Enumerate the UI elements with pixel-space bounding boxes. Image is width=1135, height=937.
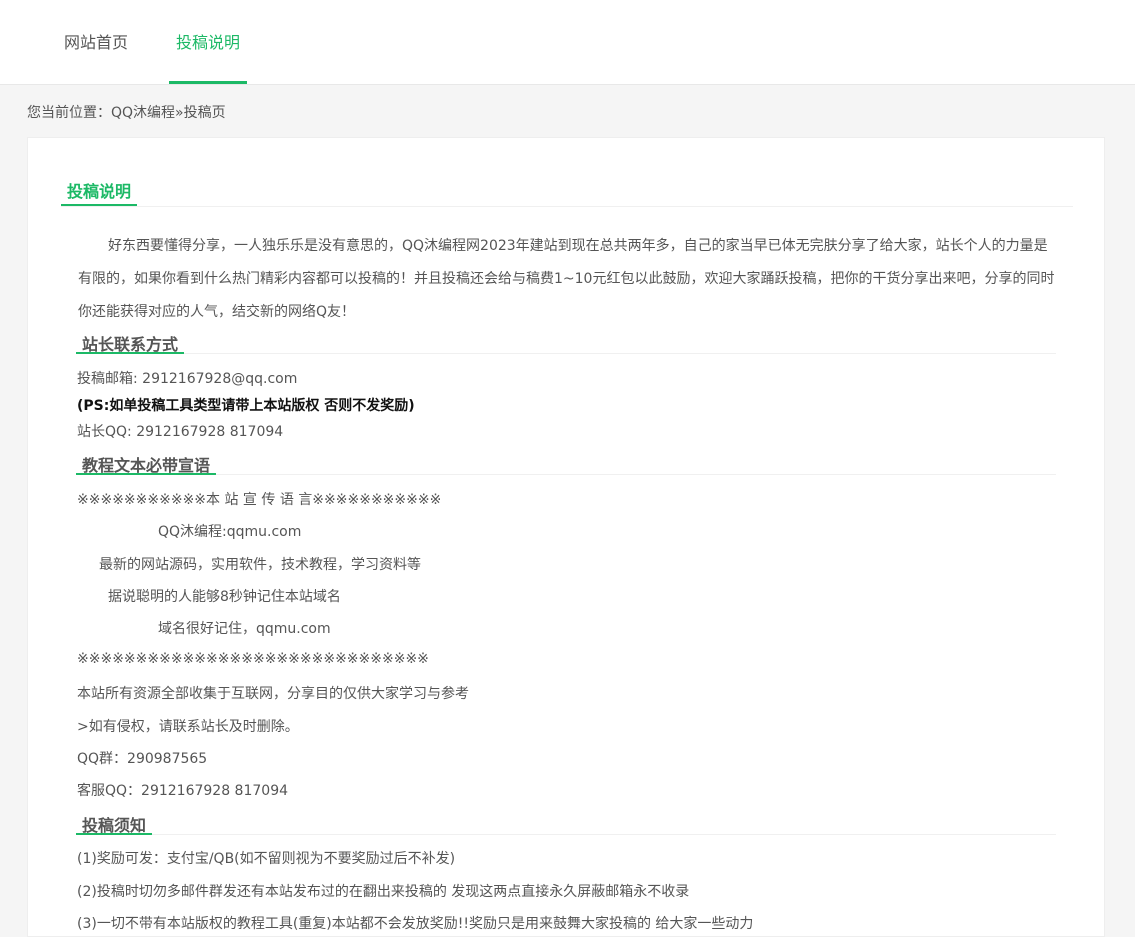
promo-section-title: 教程文本必带宣语 bbox=[76, 452, 217, 475]
breadcrumb-prefix: 您当前位置： bbox=[27, 105, 111, 121]
main-title-bar: 投稿说明 bbox=[61, 178, 1073, 207]
nav-home[interactable]: 网站首页 bbox=[64, 29, 128, 84]
breadcrumb: 您当前位置：QQ沐编程»投稿页 bbox=[27, 102, 226, 122]
breadcrumb-site-link[interactable]: QQ沐编程 bbox=[111, 105, 175, 121]
page-title: 投稿说明 bbox=[61, 178, 138, 206]
promo-line: 最新的网站源码，实用软件，技术教程，学习资料等 bbox=[99, 557, 421, 573]
notice-line: (3)一切不带有本站版权的教程工具(重复)本站都不会发放奖励!!奖励只是用来鼓舞… bbox=[77, 916, 754, 932]
promo-line: 域名很好记住，qqmu.com bbox=[158, 621, 331, 637]
notice-line: (2)投稿时切勿多邮件群发还有本站发布过的在翻出来投稿的 发现这两点直接永久屏蔽… bbox=[77, 884, 690, 900]
notice-section-title: 投稿须知 bbox=[76, 812, 153, 835]
promo-line: ※※※※※※※※※※※※※※※※※※※※※※※※※※※※※※ bbox=[77, 651, 429, 667]
promo-line: ※※※※※※※※※※※本 站 宣 传 语 言※※※※※※※※※※※ bbox=[77, 492, 442, 508]
contact-ps-note: (PS:如单投稿工具类型请带上本站版权 否则不发奖励) bbox=[77, 398, 415, 414]
breadcrumb-current: 投稿页 bbox=[183, 105, 226, 121]
content-panel: 投稿说明 好东西要懂得分享，一人独乐乐是没有意思的，QQ沐编程网2023年建站到… bbox=[27, 137, 1105, 937]
promo-line: 据说聪明的人能够8秒钟记住本站域名 bbox=[108, 589, 341, 605]
promo-line: QQ群：290987565 bbox=[77, 751, 208, 767]
nav-submission-guide[interactable]: 投稿说明 bbox=[169, 29, 247, 84]
promo-line: 客服QQ：2912167928 817094 bbox=[77, 783, 289, 799]
promo-line: >如有侵权，请联系站长及时删除。 bbox=[77, 719, 299, 735]
notice-section-header: 投稿须知 bbox=[76, 812, 1056, 835]
breadcrumb-separator: » bbox=[175, 105, 184, 121]
contact-section-title: 站长联系方式 bbox=[76, 331, 185, 354]
promo-line: 本站所有资源全部收集于互联网，分享目的仅供大家学习与参考 bbox=[77, 686, 469, 702]
contact-email: 投稿邮箱: 2912167928@qq.com bbox=[77, 371, 298, 387]
top-navigation: 网站首页 投稿说明 bbox=[0, 0, 1135, 85]
contact-qq: 站长QQ: 2912167928 817094 bbox=[77, 424, 284, 440]
promo-line: QQ沐编程:qqmu.com bbox=[158, 524, 302, 540]
notice-line: (1)奖励可发：支付宝/QB(如不留则视为不要奖励过后不补发) bbox=[77, 851, 456, 867]
promo-section-header: 教程文本必带宣语 bbox=[76, 452, 1056, 475]
intro-paragraph: 好东西要懂得分享，一人独乐乐是没有意思的，QQ沐编程网2023年建站到现在总共两… bbox=[78, 238, 1055, 320]
contact-section-header: 站长联系方式 bbox=[76, 331, 1056, 354]
